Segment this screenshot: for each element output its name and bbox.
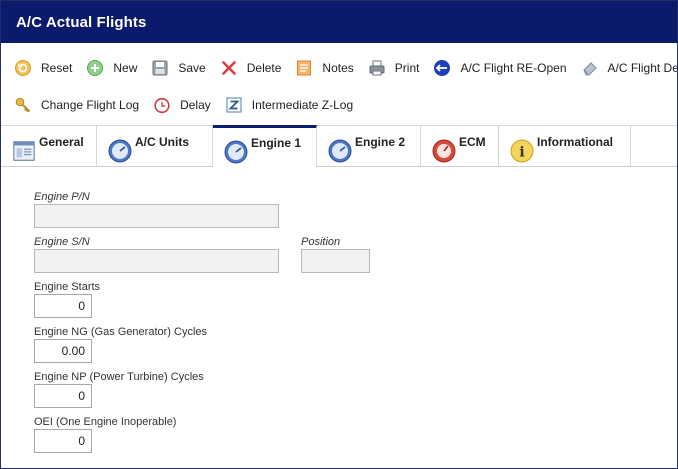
new-button[interactable]: New: [86, 59, 137, 77]
tab-general-label: General: [39, 134, 84, 149]
eraser-icon: [581, 59, 599, 77]
np-cycles-field[interactable]: 0: [34, 384, 92, 408]
print-button[interactable]: Print: [368, 59, 420, 77]
title-bar: A/C Actual Flights: [1, 1, 677, 43]
gauge-icon: [223, 139, 249, 165]
engine-1-panel: Engine P/N Engine S/N Position Engine St…: [1, 167, 677, 468]
app-window: A/C Actual Flights Reset New Save Delete…: [0, 0, 678, 469]
engine-pn-label: Engine P/N: [34, 191, 90, 203]
print-label: Print: [394, 60, 420, 75]
tab-bar: General A/C Units Engine 1 Engine 2 ECM: [1, 125, 677, 169]
info-icon: i: [509, 138, 535, 164]
save-button[interactable]: Save: [151, 59, 206, 77]
reset-icon: [14, 59, 32, 77]
delay-button[interactable]: Delay: [153, 96, 211, 114]
tab-informational-label: Informational: [537, 134, 614, 149]
engine-sn-label: Engine S/N: [34, 236, 90, 248]
toolbar: Reset New Save Delete Notes Print A/C Fl…: [1, 43, 677, 125]
reset-label: Reset: [41, 60, 73, 75]
flight-reopen-label: A/C Flight RE-Open: [460, 60, 567, 75]
notes-label: Notes: [322, 60, 354, 75]
engine-starts-label: Engine Starts: [34, 281, 101, 293]
ng-cycles-label: Engine NG (Gas Generator) Cycles: [34, 326, 208, 338]
tab-engine-1[interactable]: Engine 1: [213, 125, 317, 169]
toolbar-row-1: Reset New Save Delete Notes Print A/C Fl…: [1, 49, 677, 86]
tab-informational[interactable]: i Informational: [499, 126, 631, 167]
change-flight-log-button[interactable]: Change Flight Log: [14, 96, 139, 114]
flight-delete-button[interactable]: A/C Flight Delete: [581, 59, 677, 77]
tab-ecm[interactable]: ECM: [421, 126, 499, 167]
engine-sn-field[interactable]: [34, 249, 279, 273]
change-flight-log-label: Change Flight Log: [41, 97, 140, 112]
tab-engine-2[interactable]: Engine 2: [317, 126, 421, 167]
tab-ac-units[interactable]: A/C Units: [97, 126, 213, 167]
key-icon: [14, 96, 32, 114]
window-title: A/C Actual Flights: [16, 13, 147, 31]
red-gauge-icon: [431, 138, 457, 164]
notepad-icon: [295, 59, 313, 77]
position-field[interactable]: [301, 249, 370, 273]
save-label: Save: [178, 60, 206, 75]
tab-engine-1-label: Engine 1: [251, 135, 302, 150]
printer-icon: [368, 59, 386, 77]
floppy-disk-icon: [151, 59, 169, 77]
np-cycles-label: Engine NP (Power Turbine) Cycles: [34, 371, 204, 383]
flight-delete-label: A/C Flight Delete: [607, 60, 677, 75]
tab-ecm-label: ECM: [459, 134, 486, 149]
reset-button[interactable]: Reset: [14, 59, 72, 77]
z-log-icon: [225, 96, 243, 114]
ng-cycles-field[interactable]: 0.00: [34, 339, 92, 363]
flight-reopen-button[interactable]: A/C Flight RE-Open: [433, 59, 567, 77]
clock-icon: [153, 96, 171, 114]
tab-ac-units-label: A/C Units: [135, 134, 189, 149]
svg-text:i: i: [519, 144, 524, 160]
delay-label: Delay: [180, 97, 211, 112]
intermediate-zlog-label: Intermediate Z-Log: [251, 97, 354, 112]
gauge-icon: [327, 138, 353, 164]
engine-starts-field[interactable]: 0: [34, 294, 92, 318]
notes-button[interactable]: Notes: [295, 59, 354, 77]
toolbar-row-2: Change Flight Log Delay Intermediate Z-L…: [1, 86, 677, 123]
engine-pn-field[interactable]: [34, 204, 279, 228]
gauge-icon: [107, 138, 133, 164]
intermediate-zlog-button[interactable]: Intermediate Z-Log: [225, 96, 353, 114]
red-x-icon: [220, 59, 238, 77]
delete-label: Delete: [246, 60, 282, 75]
oei-label: OEI (One Engine Inoperable): [34, 416, 177, 428]
reopen-arrows-icon: [433, 59, 451, 77]
oei-field[interactable]: 0: [34, 429, 92, 453]
form-icon: [11, 138, 37, 164]
tab-general[interactable]: General: [1, 126, 97, 167]
tab-engine-2-label: Engine 2: [355, 134, 406, 149]
new-label: New: [113, 60, 138, 75]
position-label: Position: [301, 236, 341, 248]
delete-button[interactable]: Delete: [220, 59, 282, 77]
plus-circle-icon: [86, 59, 104, 77]
